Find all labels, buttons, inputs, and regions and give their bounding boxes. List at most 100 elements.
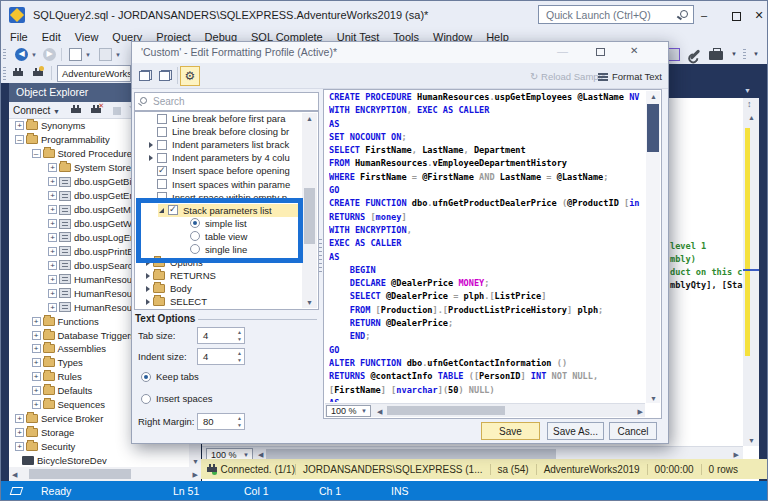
menu-file[interactable]: File [3, 29, 35, 43]
format-option-check[interactable]: Indent parameters by 4 colu [135, 151, 302, 164]
expander-icon[interactable] [146, 286, 150, 292]
dialog-close-button[interactable]: ✕ [630, 45, 638, 56]
expander-icon[interactable]: + [32, 344, 41, 353]
toolbox-icon[interactable] [709, 51, 723, 60]
reload-sample-button[interactable]: ↻ Reload Sample [530, 71, 606, 82]
gear-icon[interactable]: ⚙ [180, 66, 200, 86]
expander-icon[interactable]: + [48, 233, 57, 242]
expander-icon[interactable]: + [15, 414, 24, 423]
navigate-back-icon[interactable]: ◀ [15, 48, 28, 61]
expander-icon[interactable] [149, 155, 153, 161]
checkbox[interactable] [157, 153, 167, 163]
connection-status-segment: JORDANSANDERS\SQLEXPRESS (1... [295, 464, 490, 475]
expander-icon[interactable] [146, 299, 150, 305]
expander-icon[interactable]: + [32, 386, 41, 395]
expander-icon[interactable]: + [32, 317, 41, 326]
editor-code-line: level 1 [670, 241, 706, 251]
format-option-folder[interactable]: RETURNS [135, 269, 302, 282]
save-button[interactable]: Save [481, 422, 540, 440]
open-file-icon[interactable] [99, 48, 112, 61]
editor-hscroll-thumb[interactable] [266, 449, 556, 459]
quick-launch-input[interactable]: Quick Launch (Ctrl+Q) [538, 5, 694, 24]
menu-edit[interactable]: Edit [35, 29, 68, 43]
save-as-button[interactable]: Save As... [547, 422, 604, 440]
oe-stop-icon[interactable] [113, 107, 121, 115]
connect-dropdown[interactable]: Connect ▼ [13, 105, 60, 116]
expander-icon[interactable]: + [48, 163, 57, 172]
right-margin-input[interactable]: 80▲▼ [197, 413, 245, 430]
checkbox[interactable] [157, 140, 167, 150]
minimize-button[interactable]: – [691, 1, 717, 29]
format-option-folder[interactable]: Body [135, 282, 302, 295]
folder-icon [43, 386, 55, 395]
expander-icon[interactable] [146, 273, 150, 279]
connection-status-segment: AdventureWorks2019 [536, 464, 647, 475]
keep-tabs-radio[interactable]: Keep tabs [141, 371, 199, 382]
format-option-folder[interactable]: SELECT [135, 295, 302, 308]
expander-icon[interactable]: + [48, 219, 57, 228]
expander-icon[interactable]: + [32, 372, 41, 381]
expander-icon[interactable]: + [48, 205, 57, 214]
oe-item-label: Service Broker [41, 413, 103, 424]
cascade-icon-2[interactable] [159, 70, 172, 81]
checkbox[interactable] [157, 127, 167, 137]
format-option-check[interactable]: Insert spaces within parame [135, 177, 302, 190]
change-connection-icon[interactable] [33, 68, 44, 79]
expander-icon[interactable]: + [48, 261, 57, 270]
preview-vertical-scrollbar[interactable]: ▲ ▼ [646, 91, 660, 403]
format-text-button[interactable]: Format Text [598, 71, 662, 82]
format-option-check[interactable]: Insert space before opening [135, 164, 302, 177]
navigate-forward-icon[interactable]: ▶ [43, 48, 56, 61]
dialog-tree-scrollbar[interactable]: ▲ ▼ [302, 113, 317, 308]
expander-icon[interactable]: + [48, 289, 57, 298]
new-query-icon[interactable] [69, 48, 82, 61]
expander-icon[interactable]: + [32, 358, 41, 367]
format-option-check[interactable]: Indent parameters list brack [135, 138, 302, 151]
pane-splitter[interactable] [319, 239, 322, 273]
menu-view[interactable]: View [68, 29, 106, 43]
expander-icon[interactable]: – [32, 149, 41, 158]
oe-connect-icon[interactable] [71, 105, 82, 116]
splitter-icon[interactable]: ↕ [747, 99, 752, 109]
dialog-search-input[interactable]: Search [134, 92, 319, 111]
oe-horizontal-scrollbar[interactable]: ◀ ▶ [9, 467, 201, 481]
cancel-button[interactable]: Cancel [609, 422, 657, 440]
maximize-button[interactable] [723, 1, 749, 29]
checkbox[interactable] [157, 166, 167, 176]
sproc-icon [59, 177, 71, 187]
tab-list-dropdown-icon[interactable]: ▼ [744, 87, 751, 94]
indent-size-input[interactable]: 4▲▼ [197, 348, 245, 365]
close-button[interactable]: ✕ [749, 1, 768, 29]
expander-icon[interactable]: + [15, 121, 24, 130]
expander-icon[interactable] [149, 142, 153, 148]
format-option-check[interactable]: Line break before closing br [135, 125, 302, 138]
connect-icon[interactable] [13, 68, 24, 79]
oe-item-label: System Stored [74, 162, 136, 173]
expander-icon[interactable]: + [48, 303, 57, 312]
dialog-maximize-button[interactable] [596, 48, 605, 56]
expander-icon[interactable]: + [15, 442, 24, 451]
oe-disconnect-icon[interactable]: ✕ [91, 105, 102, 116]
checkbox[interactable] [157, 114, 167, 124]
option-label: Body [170, 283, 192, 294]
expander-icon[interactable]: – [15, 135, 24, 144]
format-option-check[interactable]: Line break before first para [135, 112, 302, 125]
expander-icon[interactable]: + [48, 247, 57, 256]
checkbox[interactable] [157, 179, 167, 189]
expander-icon[interactable]: + [48, 191, 57, 200]
wrench-icon[interactable] [690, 49, 701, 60]
editor-vertical-scrollbar[interactable]: ↕ ▲ ▼ [743, 98, 759, 446]
tab-size-input[interactable]: 4▲▼ [197, 327, 245, 344]
insert-spaces-radio[interactable]: Insert spaces [141, 393, 213, 404]
expander-icon[interactable]: + [32, 400, 41, 409]
cascade-icon-1[interactable] [139, 70, 152, 81]
expander-icon[interactable]: + [48, 177, 57, 186]
preview-hscroll-thumb[interactable] [387, 406, 505, 415]
expander-icon[interactable]: + [48, 275, 57, 284]
preview-zoom-select[interactable]: 100 %▼ [326, 405, 371, 417]
expander-icon[interactable]: + [32, 331, 41, 340]
oe-tree-item[interactable]: BicycleStoreDev [9, 454, 189, 468]
expander-icon[interactable]: + [15, 428, 24, 437]
database-combobox[interactable]: AdventureWorks [57, 65, 131, 82]
right-margin-label: Right Margin: [138, 416, 195, 427]
